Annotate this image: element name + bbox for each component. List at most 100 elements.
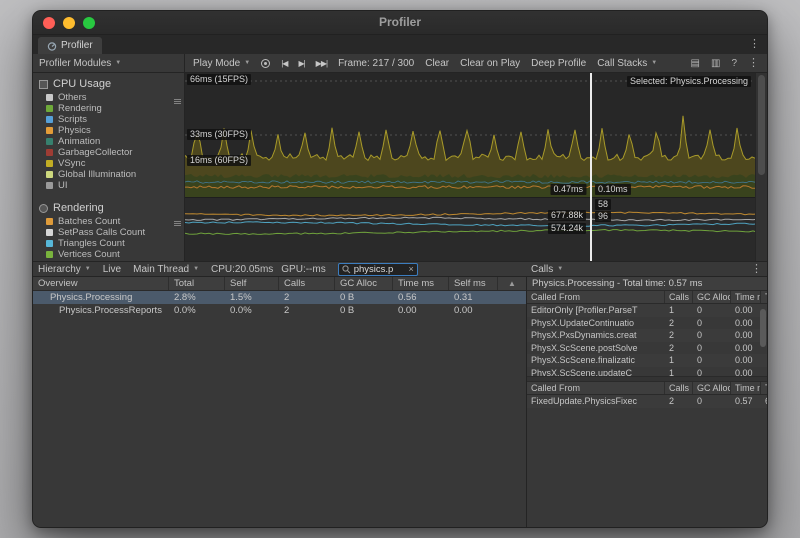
table-row[interactable]: PhysX.ScScene.updateC100.00 [527,367,767,377]
row-filler [498,304,526,317]
legend-item-animation[interactable]: Animation [46,136,184,147]
close-window-button[interactable] [43,17,55,29]
legend-item-scripts[interactable]: Scripts [46,114,184,125]
profiler-window: Profiler Profiler ⋮ Profiler Modules ▼ P… [32,10,768,528]
next-frame-button[interactable]: ▶| [298,59,304,68]
column-header-self-ms[interactable]: Self ms [449,277,498,290]
column-header-self[interactable]: Self [225,277,279,290]
column-header-overview[interactable]: Overview [33,277,169,290]
column-header-total[interactable]: Total [169,277,225,290]
record-button[interactable] [261,59,270,68]
cpu-time-label: CPU:20.05ms [211,264,273,275]
details-view-dropdown[interactable]: Calls ▼ [531,264,563,275]
rendering-graph[interactable] [185,198,757,261]
tab-strip: Profiler ⋮ [33,35,767,54]
column-header-calls[interactable]: Calls [665,382,693,394]
zoom-window-button[interactable] [83,17,95,29]
clear-button[interactable]: Clear [425,58,449,69]
column-header-ti[interactable]: Ti [761,291,767,303]
play-mode-dropdown[interactable]: Play Mode ▼ [193,58,250,69]
legend-cpu-usage: OthersRenderingScriptsPhysicsAnimationGa… [33,92,184,191]
legend-item-batches-count[interactable]: Batches Count [46,216,184,227]
legend-item-physics[interactable]: Physics [46,125,184,136]
legend-item-others[interactable]: Others [46,92,184,103]
column-header-time-ms[interactable]: Time ms [731,382,761,394]
column-header-gc-alloc[interactable]: GC Alloc [693,291,731,303]
tab-profiler[interactable]: Profiler [38,37,102,54]
table-row[interactable]: EditorOnly [Profiler.ParseT100.00 [527,304,767,317]
legend-item-triangles-count[interactable]: Triangles Count [46,238,184,249]
tab-menu-icon[interactable]: ⋮ [749,39,760,50]
profiler-modules-dropdown[interactable]: Profiler Modules ▼ [33,54,185,72]
titlebar[interactable]: Profiler [33,11,767,35]
deep-profile-toggle[interactable]: Deep Profile [531,58,586,69]
cpu-usage-graph[interactable] [185,73,757,197]
rendering-chart[interactable]: 677.88k 574.24k 58 96 [185,197,757,261]
module-resize-handle[interactable] [174,99,181,104]
legend-item-setpass-calls-count[interactable]: SetPass Calls Count [46,227,184,238]
table-row[interactable]: PhysX.UpdateContinuatio200.00 [527,317,767,330]
details-view-label: Calls [531,264,553,275]
clear-search-icon[interactable]: × [408,264,413,274]
table-row[interactable]: PhysX.ScScene.postSolve200.00 [527,342,767,355]
scrollbar-thumb[interactable] [758,75,765,175]
column-header-calls[interactable]: Calls [665,291,693,303]
search-input[interactable] [354,264,406,275]
column-header-calls[interactable]: Calls [279,277,335,290]
chart-scrollbar[interactable] [755,73,767,261]
details-panel: Physics.Processing - Total time: 0.57 ms… [526,277,767,527]
column-header-called-from[interactable]: Called From [527,382,665,394]
legend-item-rendering[interactable]: Rendering [46,103,184,114]
hierarchy-mode-dropdown[interactable]: Hierarchy ▼ [38,264,91,275]
calls-to-table: Called FromCallsGC AllocTime msTiFixedUp… [527,382,767,408]
load-profile-icon[interactable]: ▥ [711,58,720,69]
chevron-down-icon: ▼ [85,266,91,272]
table-row[interactable]: FixedUpdate.PhysicsFixec200.5766 [527,395,767,408]
toolbar-menu-icon[interactable]: ⋮ [748,58,759,69]
help-icon[interactable]: ? [731,58,737,69]
legend-item-ui[interactable]: UI [46,180,184,191]
legend-color-swatch [46,94,53,101]
current-frame-button[interactable]: ▶▶| [316,59,327,68]
column-header-gc-alloc[interactable]: GC Alloc [335,277,393,290]
sort-indicator-icon[interactable]: ▲ [498,277,526,290]
row-value: 1.5% [225,291,279,304]
row-value: 0.31 [449,291,498,304]
module-header-cpu-usage[interactable]: CPU Usage [33,76,184,92]
column-header-gc-alloc[interactable]: GC Alloc [693,382,731,394]
table-row[interactable]: Physics.Processing2.8%1.5%20 B0.560.31 [33,291,526,304]
live-toggle[interactable]: Live [103,264,121,275]
legend-item-global-illumination[interactable]: Global Illumination [46,169,184,180]
column-header-called-from[interactable]: Called From [527,291,665,303]
setpass-count-label: 96 [595,211,611,222]
column-header-time-ms[interactable]: Time ms [731,291,761,303]
legend-item-vertices-count[interactable]: Vertices Count [46,249,184,260]
chevron-down-icon: ▼ [557,266,563,272]
hierarchy-menu-icon[interactable]: ⋮ [751,264,762,275]
column-header-time-ms[interactable]: Time ms [393,277,449,290]
legend-item-vsync[interactable]: VSync [46,158,184,169]
prev-frame-button[interactable]: |◀ [281,59,287,68]
table-row[interactable]: PhysX.ScScene.finalizatic100.00 [527,354,767,367]
module-resize-handle[interactable] [174,221,181,226]
details-scrollbar-thumb[interactable] [760,309,766,347]
call-stacks-dropdown[interactable]: Call Stacks ▼ [597,58,657,69]
table-row[interactable]: PhysX.PxsDynamics.creat200.00 [527,329,767,342]
table-row[interactable]: Physics.ProcessReports0.0%0.0%20 B0.000.… [33,304,526,317]
cpu-usage-chart[interactable]: 66ms (15FPS) 33ms (30FPS) 16ms (60FPS) S… [185,73,757,197]
column-header-ti[interactable]: Ti [761,382,767,394]
row-value: 2 [665,342,693,355]
search-field[interactable]: × [338,263,418,276]
row-value: 1 [665,354,693,367]
frame-selection-line[interactable] [590,73,592,261]
module-header-rendering[interactable]: Rendering [33,200,184,216]
row-value: 2 [665,329,693,342]
save-profile-icon[interactable]: ▤ [691,58,700,69]
minimize-window-button[interactable] [63,17,75,29]
thread-dropdown[interactable]: Main Thread ▼ [133,264,199,275]
legend-item-garbagecollector[interactable]: GarbageCollector [46,147,184,158]
row-filler [498,291,526,304]
row-name: EditorOnly [Profiler.ParseT [527,304,665,317]
clear-on-play-toggle[interactable]: Clear on Play [460,58,520,69]
frame-counter: Frame: 217 / 300 [338,58,414,69]
